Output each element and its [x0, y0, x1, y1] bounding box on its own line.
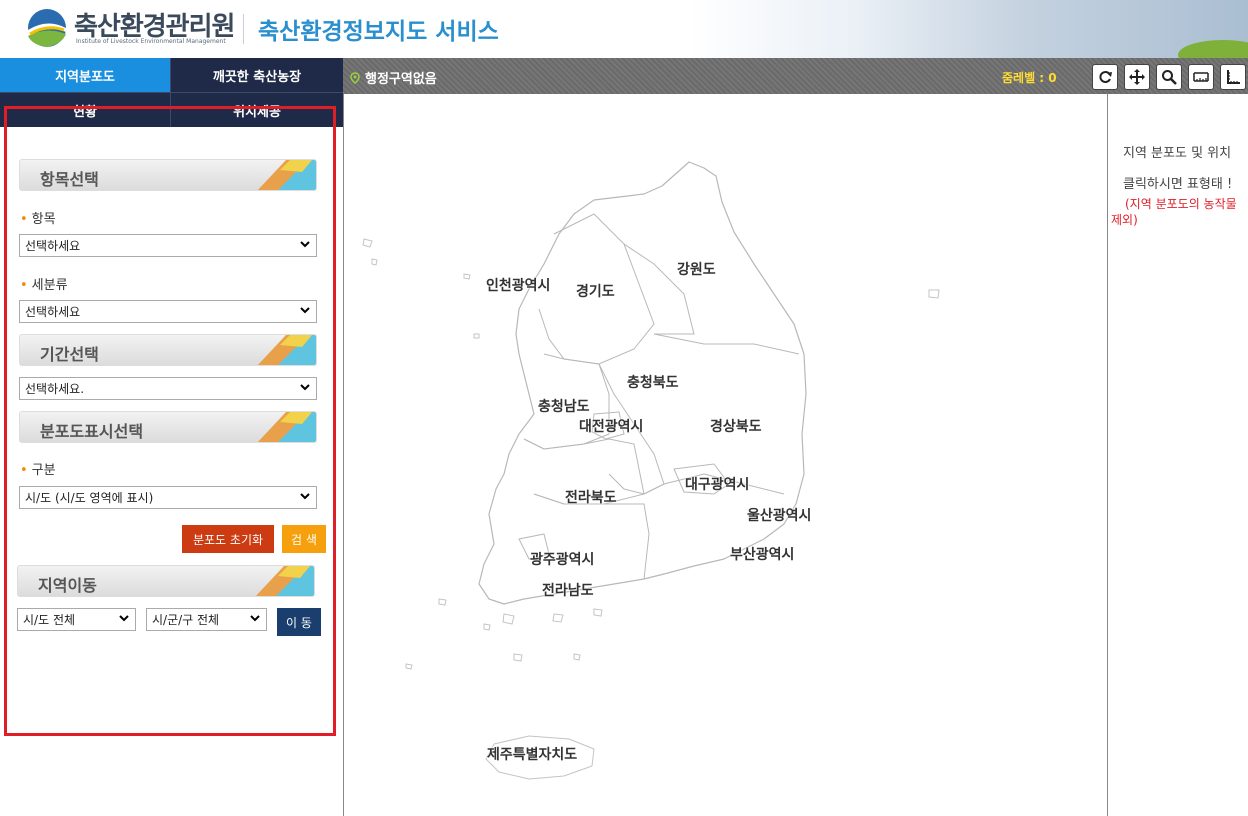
- island: [928, 289, 940, 299]
- info-line-1: 지역 분포도 및 위치: [1123, 146, 1232, 161]
- subclass-select[interactable]: 선택하세요: [19, 300, 317, 323]
- region-label-gwangju[interactable]: 광주광역시: [530, 549, 594, 569]
- section-title: 항목선택: [40, 170, 99, 189]
- chevron-down-icon: [300, 241, 310, 248]
- org-subtitle: Institute of Livestock Environmental Man…: [76, 38, 226, 45]
- header-divider: [243, 14, 244, 44]
- island: [463, 273, 471, 280]
- measure-distance-icon: [1193, 72, 1209, 82]
- tab-status[interactable]: 현황: [0, 92, 170, 127]
- reset-distribution-button[interactable]: 분포도 초기화: [182, 525, 274, 553]
- region-label-gyeongbuk[interactable]: 경상북도: [710, 416, 762, 436]
- region-label-daejeon[interactable]: 대전광역시: [579, 416, 643, 436]
- tab-clean-farm[interactable]: 깨끗한 축산농장: [170, 58, 343, 92]
- section-deco-icon: [257, 412, 316, 442]
- item-select[interactable]: 선택하세요: [19, 234, 317, 257]
- zoom-level: 줌레벨 : 0: [1002, 71, 1057, 85]
- chevron-down-icon: [300, 493, 310, 500]
- service-title[interactable]: 축산환경정보지도 서비스: [258, 12, 499, 46]
- island: [438, 598, 447, 606]
- item-label: • 항목: [20, 212, 56, 227]
- section-deco-icon: [257, 335, 316, 365]
- island: [483, 623, 491, 631]
- region-label-chungbuk[interactable]: 충청북도: [627, 372, 679, 392]
- header: 축산환경관리원 Institute of Livestock Environme…: [0, 0, 1248, 58]
- measure-area-button[interactable]: [1220, 64, 1246, 90]
- measure-distance-button[interactable]: [1188, 64, 1214, 90]
- chevron-down-icon: [300, 307, 310, 314]
- chevron-down-icon: [250, 615, 260, 622]
- island: [371, 258, 378, 266]
- info-note-1: (지역 분포도의 농작물: [1125, 197, 1237, 211]
- island: [552, 613, 564, 623]
- pan-icon: [1129, 69, 1145, 85]
- island: [573, 653, 581, 661]
- chevron-down-icon: [300, 384, 310, 391]
- info-note-2: 제외): [1111, 213, 1138, 227]
- section-period-select: 기간선택: [19, 334, 317, 366]
- tab-region-distribution[interactable]: 지역분포도: [0, 58, 170, 92]
- region-label-gangwon[interactable]: 강원도: [677, 259, 716, 279]
- search-button[interactable]: 검 색: [282, 525, 326, 553]
- subclass-label: • 세분류: [20, 278, 68, 293]
- sigungu-select[interactable]: 시/군/구 전체: [146, 608, 267, 631]
- region-label-ulsan[interactable]: 울산광역시: [747, 505, 811, 525]
- section-region-move: 지역이동: [17, 565, 315, 597]
- info-panel: 지역 분포도 및 위치 클릭하시면 표형태 ! (지역 분포도의 농작물 제외): [1109, 94, 1248, 816]
- section-item-select: 항목선택: [19, 159, 317, 191]
- tab-bar: 지역분포도 깨끗한 축산농장 현황 위치제공: [0, 58, 343, 127]
- info-line-2: 클릭하시면 표형태 !: [1123, 177, 1233, 192]
- search-icon: [1162, 70, 1177, 85]
- refresh-icon: [1099, 71, 1112, 83]
- refresh-button[interactable]: [1092, 64, 1118, 90]
- map-canvas[interactable]: 인천광역시 경기도 강원도 충청북도 충청남도 대전광역시 경상북도 대구광역시…: [343, 94, 1108, 816]
- section-display-select: 분포도표시선택: [19, 411, 317, 443]
- island: [473, 333, 480, 339]
- region-label-jeju[interactable]: 제주특별자치도: [487, 744, 577, 764]
- island: [362, 238, 373, 248]
- sido-select[interactable]: 시/도 전체: [17, 608, 136, 631]
- category-label: • 구분: [20, 463, 56, 478]
- korea-map[interactable]: [344, 94, 1108, 816]
- island: [593, 608, 603, 617]
- section-title: 분포도표시선택: [40, 422, 144, 441]
- logo-icon[interactable]: [26, 8, 68, 48]
- section-deco-icon: [257, 160, 316, 190]
- region-label-daegu[interactable]: 대구광역시: [685, 474, 749, 494]
- island: [405, 663, 413, 670]
- region-label-incheon[interactable]: 인천광역시: [486, 275, 550, 295]
- region-label-chungnam[interactable]: 충청남도: [538, 396, 590, 416]
- period-select[interactable]: 선택하세요.: [19, 377, 317, 400]
- island: [513, 653, 523, 662]
- section-deco-icon: [255, 566, 314, 596]
- region-label-busan[interactable]: 부산광역시: [730, 544, 794, 564]
- section-title: 지역이동: [38, 576, 97, 595]
- map-toolbar: 행정구역없음 줌레벨 : 0: [343, 58, 1248, 94]
- zoom-search-button[interactable]: [1156, 64, 1182, 90]
- location-indicator: 행정구역없음: [349, 68, 437, 87]
- section-title: 기간선택: [40, 345, 99, 364]
- pan-button[interactable]: [1124, 64, 1150, 90]
- chevron-down-icon: [119, 615, 129, 622]
- region-label-jeonnam[interactable]: 전라남도: [542, 580, 594, 600]
- region-label-gyeonggi[interactable]: 경기도: [576, 281, 615, 301]
- left-panel: 지역분포도 깨끗한 축산농장 현황 위치제공 항목선택 • 항목 선택하세요 • 세…: [0, 58, 343, 816]
- header-sky-banner: [688, 0, 1248, 58]
- category-select[interactable]: 시/도 (시/도 영역에 표시): [19, 486, 317, 509]
- island: [502, 613, 515, 625]
- region-label-jeonbuk[interactable]: 전라북도: [565, 487, 617, 507]
- measure-area-icon: [1227, 70, 1240, 84]
- map-pin-icon: [350, 72, 360, 84]
- move-button[interactable]: 이 동: [277, 608, 321, 636]
- tab-location[interactable]: 위치제공: [170, 92, 343, 127]
